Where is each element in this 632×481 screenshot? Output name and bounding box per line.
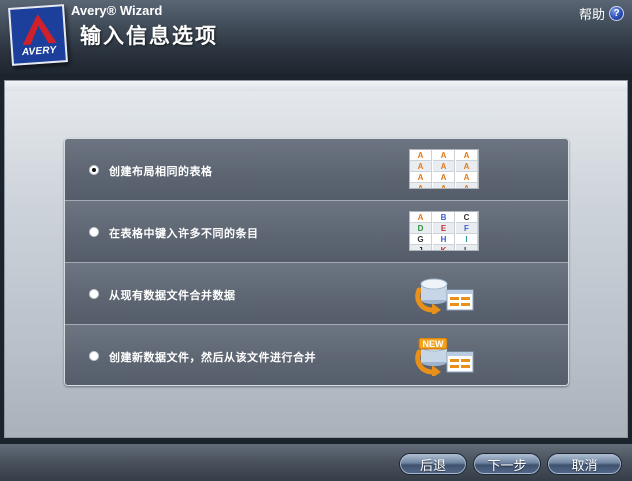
grid-cell: A xyxy=(410,150,432,161)
grid-cell: D xyxy=(410,223,432,234)
grid-cell: A xyxy=(433,150,455,161)
database-merge-icon xyxy=(413,276,477,318)
grid-cell: C xyxy=(456,212,478,223)
grid-cell: A xyxy=(410,172,432,183)
main-panel-band xyxy=(5,81,627,91)
footer-bar: 后退 下一步 取消 xyxy=(0,444,632,481)
radio-button-selected[interactable] xyxy=(89,165,99,175)
avery-logo: AVERY xyxy=(8,4,68,66)
grid-cell: A xyxy=(456,161,478,172)
grid-cell: A xyxy=(433,161,455,172)
option-create-new-data-file[interactable]: 创建新数据文件，然后从该文件进行合并 NEW xyxy=(65,325,568,385)
grid-cell: J xyxy=(410,245,432,250)
grid-cell: A xyxy=(456,172,478,183)
new-database-merge-icon: NEW xyxy=(413,337,477,380)
help-label[interactable]: 帮助 xyxy=(579,4,605,23)
grid-cell: A xyxy=(410,212,432,223)
option-varied-entries[interactable]: 在表格中键入许多不同的条目 ABC DEF GHI JKL xyxy=(65,201,568,263)
radio-button[interactable] xyxy=(89,351,99,361)
option-uniform-layout[interactable]: 创建布局相同的表格 AAAAAAAAAAAA xyxy=(65,139,568,201)
grid-cell: I xyxy=(456,234,478,245)
grid-cell: A xyxy=(433,183,455,188)
header-bar: AVERY Avery® Wizard 输入信息选项 帮助 ? xyxy=(0,0,632,74)
radio-button[interactable] xyxy=(89,227,99,237)
grid-cell: F xyxy=(456,223,478,234)
option-label[interactable]: 在表格中键入许多不同的条目 xyxy=(109,225,259,241)
grid-cell: B xyxy=(433,212,455,223)
page-title: 输入信息选项 xyxy=(80,24,218,48)
cancel-button[interactable]: 取消 xyxy=(547,453,622,475)
new-badge-text: NEW xyxy=(423,339,445,349)
grid-cell: H xyxy=(433,234,455,245)
grid-cell: K xyxy=(433,245,455,250)
option-label[interactable]: 创建布局相同的表格 xyxy=(109,163,213,179)
help-button[interactable]: 帮助 ? xyxy=(579,4,624,23)
option-label[interactable]: 从现有数据文件合并数据 xyxy=(109,287,236,303)
input-options-group: 创建布局相同的表格 AAAAAAAAAAAA 在表格中键入许多不同的条目 ABC… xyxy=(64,138,569,386)
grid-cell: E xyxy=(433,223,455,234)
grid-cell: G xyxy=(410,234,432,245)
main-panel: 创建布局相同的表格 AAAAAAAAAAAA 在表格中键入许多不同的条目 ABC… xyxy=(4,80,628,438)
grid-cell: A xyxy=(456,183,478,188)
option-merge-existing-data[interactable]: 从现有数据文件合并数据 xyxy=(65,263,568,325)
grid-cell: A xyxy=(433,172,455,183)
help-icon[interactable]: ? xyxy=(609,6,624,21)
uniform-grid-icon: AAAAAAAAAAAA xyxy=(409,149,479,189)
radio-button[interactable] xyxy=(89,289,99,299)
grid-cell: A xyxy=(410,183,432,188)
logo-text: AVERY xyxy=(21,44,57,59)
grid-cell: L xyxy=(456,245,478,250)
varied-grid-icon: ABC DEF GHI JKL xyxy=(409,211,479,251)
back-button[interactable]: 后退 xyxy=(399,453,467,475)
option-label[interactable]: 创建新数据文件，然后从该文件进行合并 xyxy=(109,349,316,365)
avery-arrow-icon xyxy=(22,13,57,46)
next-button[interactable]: 下一步 xyxy=(473,453,541,475)
app-name: Avery® Wizard xyxy=(71,3,163,18)
grid-cell: A xyxy=(410,161,432,172)
grid-cell: A xyxy=(456,150,478,161)
